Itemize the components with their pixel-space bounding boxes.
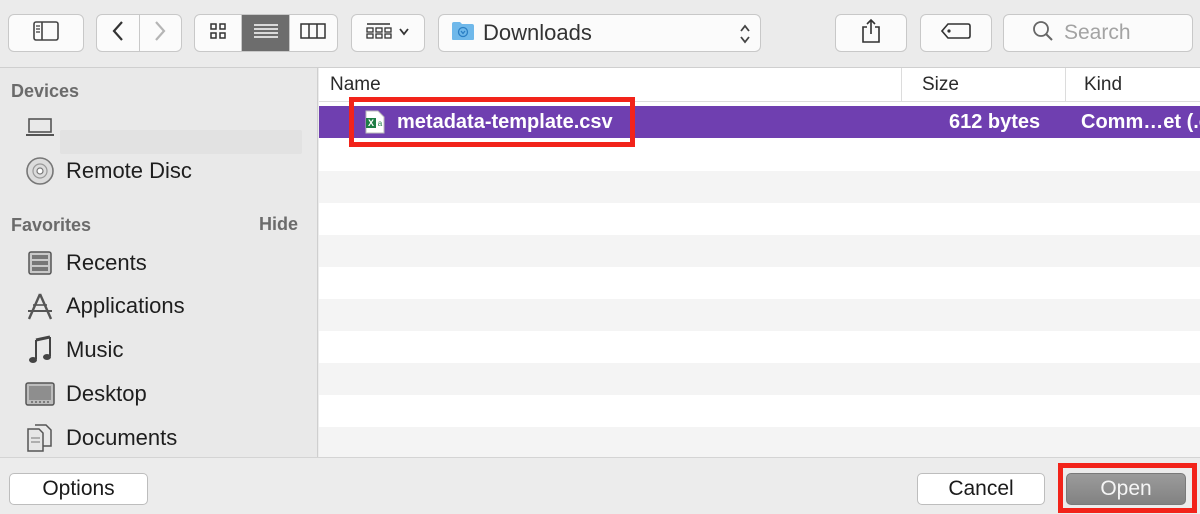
empty-row bbox=[319, 427, 1200, 457]
file-size: 612 bytes bbox=[949, 110, 1041, 133]
file-kind: Comm…et (.c bbox=[1081, 110, 1200, 133]
folder-downloads-icon bbox=[451, 21, 475, 46]
sidebar-item-label: Recents bbox=[66, 250, 147, 275]
sidebar-item-label: Documents bbox=[66, 425, 178, 450]
favorites-header: Favorites bbox=[11, 215, 92, 235]
search-icon bbox=[1032, 20, 1054, 47]
location-popup[interactable]: Downloads bbox=[438, 14, 761, 52]
updown-arrows-icon bbox=[738, 23, 752, 50]
tag-icon bbox=[940, 22, 971, 44]
column-view-button[interactable] bbox=[290, 15, 337, 51]
sidebar-item-label: Desktop bbox=[66, 381, 147, 406]
toolbar: Downloads bbox=[0, 0, 1200, 68]
documents-icon bbox=[24, 422, 56, 454]
hide-favorites-button[interactable]: Hide bbox=[259, 214, 298, 235]
sidebar-item-remote-disc[interactable]: Remote Disc bbox=[0, 150, 318, 192]
sidebar-item-applications[interactable]: Applications bbox=[0, 285, 318, 327]
sidebar-item-computer[interactable] bbox=[0, 106, 318, 148]
column-header-kind[interactable]: Kind bbox=[1084, 68, 1122, 102]
grid-group-icon bbox=[366, 22, 392, 45]
column-divider[interactable] bbox=[1065, 68, 1066, 102]
desktop-icon bbox=[24, 378, 56, 410]
tag-button[interactable] bbox=[920, 14, 992, 52]
sidebar-item-music[interactable]: Music bbox=[0, 329, 318, 371]
sidebar-item-label: Remote Disc bbox=[66, 158, 192, 183]
sidebar-toggle-button[interactable] bbox=[8, 14, 84, 52]
forward-button[interactable] bbox=[140, 15, 182, 51]
search-input[interactable] bbox=[1064, 21, 1200, 45]
list-view-button[interactable] bbox=[242, 15, 290, 51]
list-icon bbox=[253, 22, 279, 45]
back-button[interactable] bbox=[97, 15, 140, 51]
chevron-down-icon bbox=[398, 24, 410, 42]
icon-view-button[interactable] bbox=[195, 15, 243, 51]
devices-header: Devices bbox=[11, 81, 80, 101]
column-divider[interactable] bbox=[901, 68, 902, 102]
sidebar-item-documents[interactable]: Documents bbox=[0, 417, 318, 459]
sidebar-icon bbox=[33, 20, 59, 46]
sidebar-item-desktop[interactable]: Desktop bbox=[0, 373, 318, 415]
disc-icon bbox=[24, 155, 56, 187]
chevron-right-icon bbox=[153, 20, 167, 47]
highlight-box-file bbox=[349, 97, 635, 147]
column-header-size[interactable]: Size bbox=[922, 68, 959, 102]
location-label: Downloads bbox=[483, 20, 592, 45]
sidebar: Devices Remote Disc Favorites Hide Recen… bbox=[0, 68, 318, 457]
highlight-box-open bbox=[1058, 463, 1197, 513]
chevron-left-icon bbox=[111, 20, 125, 47]
sidebar-item-label: Applications bbox=[66, 293, 185, 318]
applications-icon bbox=[24, 290, 56, 322]
back-forward-group bbox=[96, 14, 182, 52]
columns-icon bbox=[300, 22, 327, 45]
icon-grid-icon bbox=[209, 22, 227, 45]
empty-row bbox=[319, 235, 1200, 267]
options-button[interactable]: Options bbox=[9, 473, 148, 505]
sidebar-item-label: Music bbox=[66, 337, 124, 362]
view-mode-group bbox=[194, 14, 338, 52]
empty-row bbox=[319, 299, 1200, 331]
search-field[interactable] bbox=[1003, 14, 1200, 52]
empty-row bbox=[319, 363, 1200, 395]
empty-row bbox=[319, 171, 1200, 203]
cancel-button[interactable]: Cancel bbox=[917, 473, 1045, 505]
laptop-icon bbox=[24, 111, 56, 143]
group-by-button[interactable] bbox=[351, 14, 425, 52]
sidebar-item-recents[interactable]: Recents bbox=[0, 242, 318, 284]
share-button[interactable] bbox=[835, 14, 907, 52]
bottom-bar: Options Cancel Open bbox=[0, 457, 1200, 514]
music-icon bbox=[24, 334, 56, 366]
recents-icon bbox=[24, 247, 56, 279]
file-list: Name Size Kind Xa metadata-template.csv … bbox=[319, 68, 1200, 457]
share-icon bbox=[861, 18, 881, 49]
